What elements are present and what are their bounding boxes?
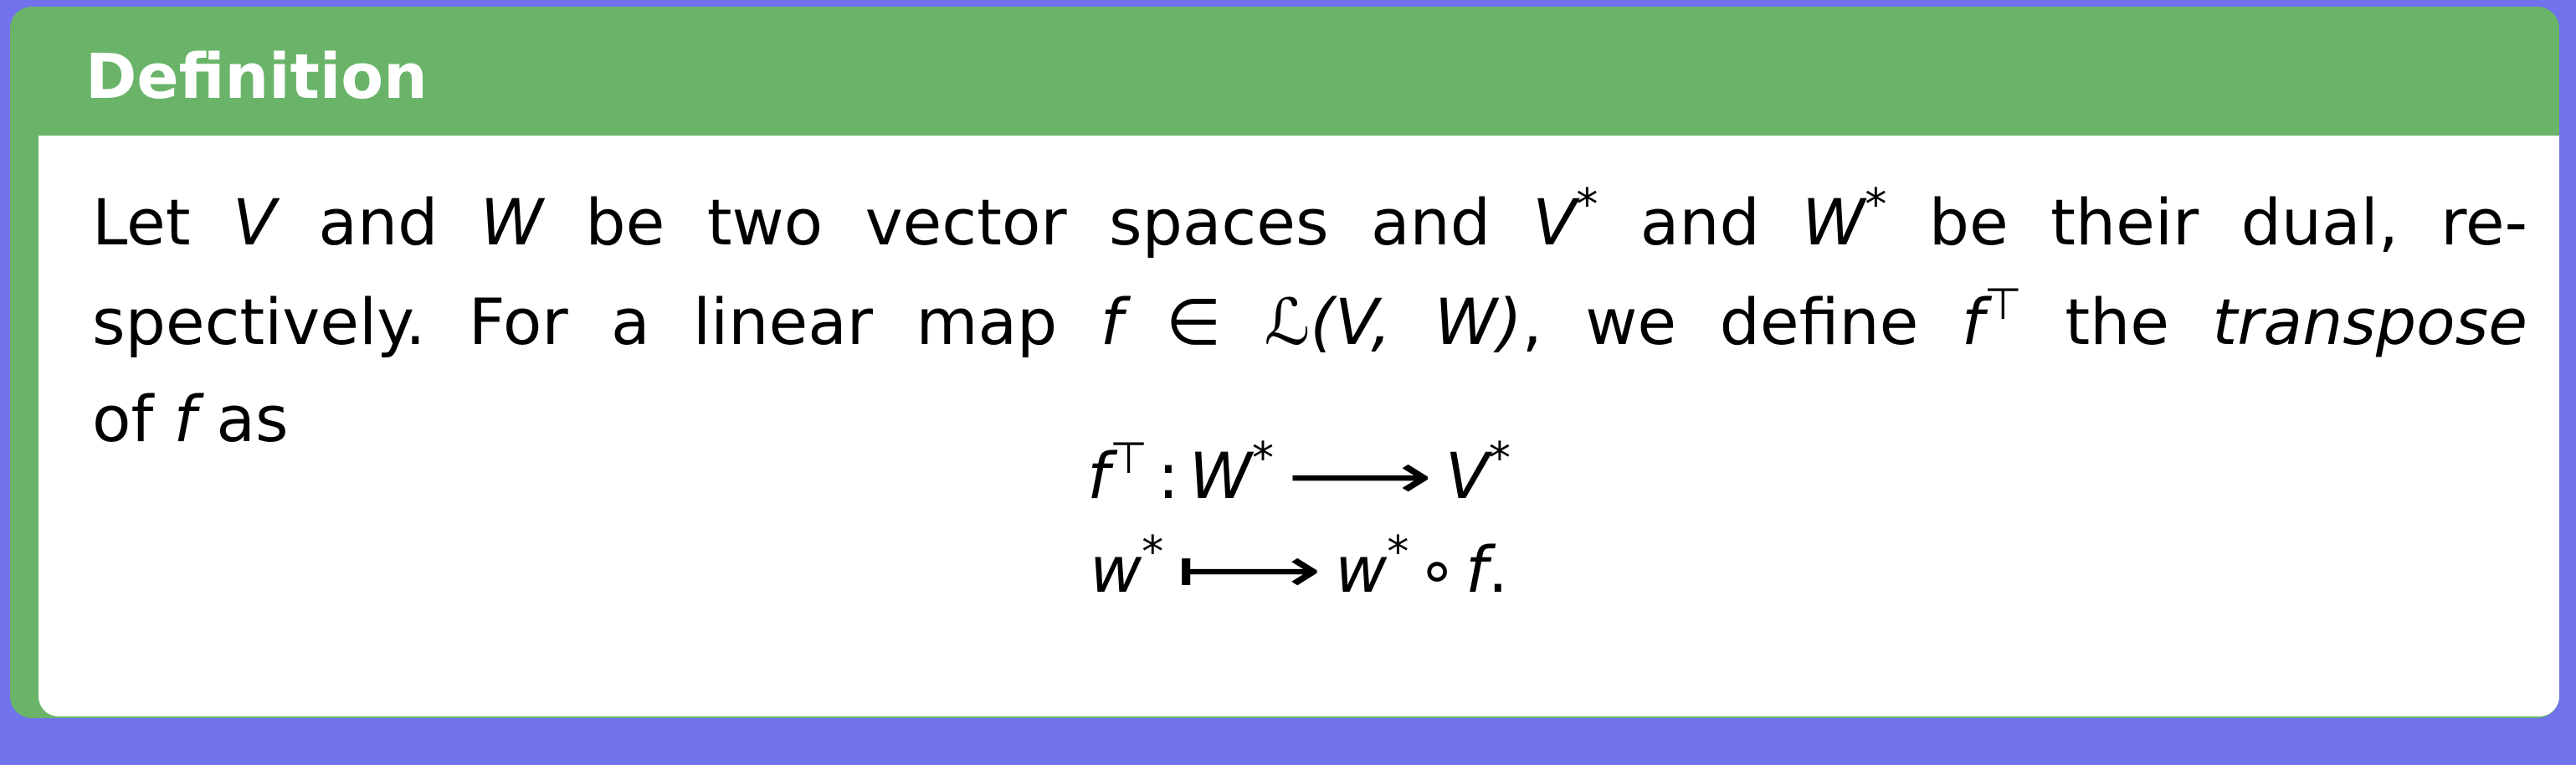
text-the: the — [2065, 285, 2170, 359]
math-W: W — [480, 185, 543, 259]
element-of-symbol: ∈ — [1165, 285, 1222, 359]
display-equation-2: w* ⟼ w* ∘ f. — [38, 524, 2559, 616]
block-title: Definition — [85, 41, 428, 113]
math-w: w — [1335, 532, 1388, 607]
star-superscript: * — [1251, 434, 1274, 484]
math-V-base: V — [1532, 185, 1577, 259]
long-right-arrow-icon: ⟶ — [1286, 439, 1433, 513]
transpose-symbol: ⊤ — [1983, 280, 2022, 330]
text-their-dual: be their dual, re- — [1928, 185, 2527, 259]
maps-to-arrow-icon: ⟼ — [1176, 532, 1322, 607]
math-f-transpose: f⊤ — [1961, 283, 2022, 359]
composition-symbol: ∘ — [1417, 532, 1457, 607]
math-w: w — [1090, 532, 1142, 607]
transpose-symbol: ⊤ — [1109, 434, 1148, 484]
math-V: V — [232, 185, 276, 259]
text-and: and — [1640, 185, 1760, 259]
definition-block: Definition Let V and W be two vector spa… — [10, 7, 2559, 718]
text-and: and — [318, 185, 439, 259]
star-superscript: * — [1387, 527, 1409, 578]
math-W: W — [1188, 439, 1252, 513]
math-f: f — [1100, 285, 1123, 359]
math-W-base: W — [1802, 185, 1865, 259]
star-superscript: * — [1865, 180, 1887, 230]
definition-line-1: Let V and W be two vector spaces and V* … — [92, 177, 2527, 269]
display-equation-1: f⊤: W* ⟶ V* — [38, 430, 2559, 522]
colon-symbol: : — [1157, 439, 1179, 513]
math-W-star: W* — [1802, 183, 1886, 259]
star-superscript: * — [1576, 180, 1598, 230]
block-body: Let V and W be two vector spaces and V* … — [38, 136, 2559, 716]
math-f-in-L: f ∈ ℒ(V, W) — [1101, 285, 1522, 359]
text-let: Let — [92, 185, 191, 259]
definition-line-2: spectively. For a linear map f ∈ ℒ(V, W)… — [92, 276, 2527, 368]
period: . — [1487, 532, 1508, 607]
math-f: f — [1087, 439, 1110, 513]
star-superscript: * — [1142, 527, 1164, 578]
star-superscript: * — [1488, 434, 1511, 484]
text-for-linear-map: spectively. For a linear map — [92, 285, 1058, 359]
text-vector-spaces: be two vector spaces and — [585, 185, 1491, 259]
math-args: (V, W) — [1310, 285, 1522, 359]
math-f: f — [1465, 532, 1488, 607]
math-V-star: V* — [1532, 183, 1598, 259]
math-f: f — [1961, 285, 1984, 359]
script-L-symbol: ℒ — [1264, 285, 1311, 359]
text-we-define: , we define — [1521, 285, 1919, 359]
text-transpose-emph: transpose — [2212, 285, 2527, 359]
math-V: V — [1445, 439, 1489, 513]
